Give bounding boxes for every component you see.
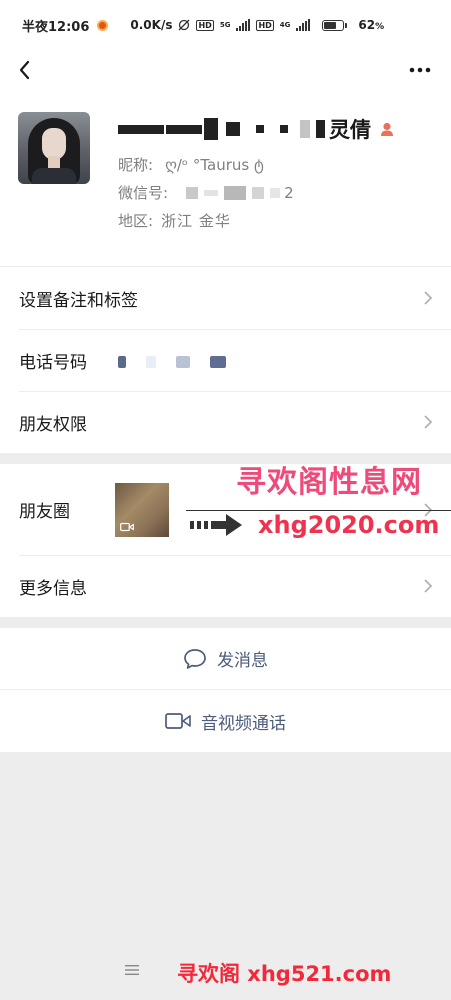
chevron-right-icon bbox=[424, 415, 433, 429]
remark-tags-label: 设置备注和标签 bbox=[19, 290, 138, 311]
redacted-block bbox=[118, 124, 164, 134]
phone-label: 电话号码 bbox=[19, 352, 87, 373]
wechat-id-value: 2 bbox=[284, 183, 294, 202]
battery-percent: 62 bbox=[358, 18, 376, 32]
moments-thumbnail[interactable] bbox=[115, 483, 169, 537]
signal-icon bbox=[236, 19, 251, 31]
chevron-left-icon[interactable] bbox=[12, 56, 40, 84]
phone-row[interactable]: 电话号码 bbox=[0, 329, 451, 391]
mute-alarm-icon bbox=[179, 19, 190, 31]
profile-header: 灵倩 昵称: ღ/ᵒ °Taurus ტ 微信号: 2 地区: 浙江 金华 bbox=[0, 92, 451, 266]
nickname-line: 昵称: ღ/ᵒ °Taurus ტ bbox=[118, 154, 264, 175]
video-camera-icon bbox=[165, 713, 191, 729]
status-time: 半夜12:06 bbox=[22, 19, 90, 35]
send-message-button[interactable]: 发消息 bbox=[0, 628, 451, 689]
notification-app-icon bbox=[97, 19, 109, 31]
hd-icon: HD bbox=[196, 19, 214, 31]
net-speed: 0.0K/s bbox=[130, 18, 173, 32]
chevron-right-icon bbox=[424, 291, 433, 305]
region-line: 地区: 浙江 金华 bbox=[118, 210, 231, 231]
signal-icon-2 bbox=[296, 19, 311, 31]
watermark-title: 寻欢阁性息网 bbox=[236, 465, 422, 500]
video-call-label: 音视频通话 bbox=[201, 713, 286, 734]
nickname-label: 昵称: bbox=[118, 156, 154, 174]
network-type-2: 4G bbox=[279, 20, 291, 29]
send-message-label: 发消息 bbox=[217, 651, 268, 671]
more-info-row[interactable]: 更多信息 bbox=[0, 555, 451, 617]
region-value: 浙江 金华 bbox=[161, 212, 231, 230]
chat-bubble-icon bbox=[184, 648, 206, 669]
wechat-id-redacted bbox=[186, 185, 281, 200]
watermark-url: xhg2020.com bbox=[258, 511, 440, 539]
video-call-button[interactable]: 音视频通话 bbox=[0, 690, 451, 752]
wechat-id-line: 微信号: 2 bbox=[118, 182, 294, 203]
avatar[interactable] bbox=[18, 112, 90, 184]
friend-permissions-row[interactable]: 朋友权限 bbox=[0, 391, 451, 453]
remark-tags-row[interactable]: 设置备注和标签 bbox=[0, 267, 451, 329]
more-info-label: 更多信息 bbox=[19, 578, 87, 599]
female-user-icon bbox=[381, 122, 393, 136]
moments-label: 朋友圈 bbox=[19, 502, 70, 522]
menu-icon[interactable] bbox=[125, 964, 139, 976]
nav-bar bbox=[0, 50, 451, 92]
phone-number-redacted bbox=[118, 356, 226, 368]
more-icon[interactable] bbox=[407, 62, 433, 78]
chevron-right-icon bbox=[424, 579, 433, 593]
video-icon bbox=[120, 522, 134, 532]
network-type-1: 5G bbox=[219, 20, 231, 29]
friend-permissions-label: 朋友权限 bbox=[19, 414, 87, 435]
wechat-id-label: 微信号: bbox=[118, 184, 169, 202]
arrow-right-icon bbox=[190, 514, 242, 536]
battery-icon bbox=[322, 19, 348, 31]
region-label: 地区: bbox=[118, 212, 154, 230]
contact-name: 灵倩 bbox=[118, 114, 395, 144]
hd-icon-2: HD bbox=[256, 19, 274, 31]
settings-group: 设置备注和标签 电话号码 朋友权限 bbox=[0, 267, 451, 453]
name-visible-text: 灵倩 bbox=[329, 118, 371, 142]
watermark-bottom: 寻欢阁 xhg521.com bbox=[177, 962, 392, 986]
nickname-value: ღ/ᵒ °Taurus ტ bbox=[165, 155, 264, 174]
status-bar: 半夜12:06 0.0K/s HD 5G HD 4G 62% bbox=[0, 0, 451, 50]
